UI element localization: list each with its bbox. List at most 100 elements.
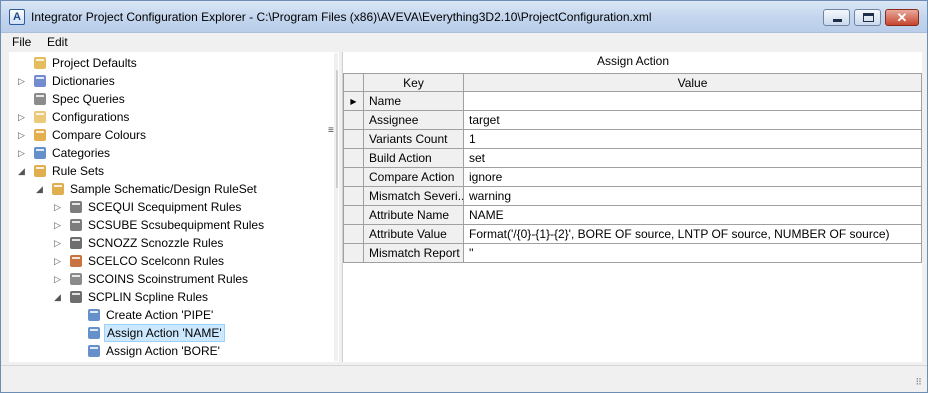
collapse-arrow-icon[interactable]: ◢ xyxy=(18,165,28,177)
maximize-button[interactable] xyxy=(854,9,881,26)
grid-row[interactable]: Attribute Value Format('/{0}-{1}-{2}', BO… xyxy=(343,224,922,244)
grid-corner-header xyxy=(343,73,364,92)
tree-item[interactable]: ▷ SCEQUI Scequipment Rules xyxy=(10,198,328,216)
column-header-value[interactable]: Value xyxy=(463,73,922,92)
tree-item[interactable]: Project Defaults xyxy=(10,54,328,72)
tree-item[interactable]: ▷ Compare Colours xyxy=(10,126,328,144)
grid-row[interactable]: Mismatch Report '' xyxy=(343,243,922,263)
grid-cell-value[interactable] xyxy=(463,91,922,111)
grid-cell-key: Name xyxy=(363,91,464,111)
row-header[interactable] xyxy=(343,148,364,168)
expand-arrow-icon[interactable]: ▷ xyxy=(54,255,64,267)
tree-item[interactable]: Assign Action 'NAME' xyxy=(10,324,328,342)
grid-cell-value[interactable]: ignore xyxy=(463,167,922,187)
column-header-key[interactable]: Key xyxy=(363,73,464,92)
row-header[interactable] xyxy=(343,186,364,206)
app-icon[interactable]: A xyxy=(9,9,25,25)
grid-row[interactable]: Variants Count 1 xyxy=(343,129,922,149)
row-header[interactable] xyxy=(343,243,364,263)
menu-bar: File Edit xyxy=(1,33,927,52)
tree-item[interactable]: Spec Queries xyxy=(10,90,328,108)
tree-item[interactable]: ◢ SCPLIN Scpline Rules xyxy=(10,288,328,306)
menu-edit[interactable]: Edit xyxy=(47,35,68,49)
grid-cell-key: Build Action xyxy=(363,148,464,168)
tree-view[interactable]: Project Defaults ▷ Dictionaries Spec Querie… xyxy=(9,52,339,362)
tree-item-label: Project Defaults xyxy=(52,56,137,70)
tree-item[interactable]: ▷ Categories xyxy=(10,144,328,162)
status-bar: ⠿ xyxy=(1,365,927,392)
collapse-arrow-icon[interactable]: ◢ xyxy=(36,183,46,195)
scroll-thumb[interactable] xyxy=(336,70,338,188)
tree-item-label: Sample Schematic/Design RuleSet xyxy=(70,182,257,196)
grid-row[interactable]: Mismatch Severi... warning xyxy=(343,186,922,206)
equipment-icon xyxy=(68,199,84,215)
expand-arrow-icon[interactable]: ▷ xyxy=(18,129,28,141)
ruleset-icon xyxy=(32,163,48,179)
minimize-button[interactable] xyxy=(823,9,850,26)
grid-cell-value[interactable]: target xyxy=(463,110,922,130)
grid-header-row: Key Value xyxy=(343,73,922,92)
grid-cell-value[interactable]: NAME xyxy=(463,205,922,225)
grid-row[interactable]: Compare Action ignore xyxy=(343,167,922,187)
resize-grip-icon[interactable]: ⠿ xyxy=(915,377,922,388)
current-row-indicator-icon[interactable]: ▶ xyxy=(343,91,364,111)
tree-item[interactable]: ▷ Configurations xyxy=(10,108,328,126)
grid-row[interactable]: Assignee target xyxy=(343,110,922,130)
grid-cell-value[interactable]: warning xyxy=(463,186,922,206)
palette-icon xyxy=(32,127,48,143)
tree-item-label: Assign Action 'BORE' xyxy=(106,344,220,358)
maximize-icon xyxy=(863,13,874,22)
tree-scrollbar[interactable]: ▲ ▼ xyxy=(334,53,338,361)
expand-arrow-icon xyxy=(18,93,28,105)
tree-item-label: SCEQUI Scequipment Rules xyxy=(88,200,242,214)
row-header[interactable] xyxy=(343,224,364,244)
expand-arrow-icon[interactable]: ▷ xyxy=(54,237,64,249)
expand-arrow-icon[interactable]: ▷ xyxy=(18,147,28,159)
expand-arrow-icon[interactable]: ▷ xyxy=(54,219,64,231)
grid-caption: Assign Action xyxy=(596,54,670,68)
pencil-icon xyxy=(32,55,48,71)
tree-item[interactable]: ▷ SCELCO Scelconn Rules xyxy=(10,252,328,270)
close-button[interactable]: ✕ xyxy=(885,9,919,26)
title-bar[interactable]: A Integrator Project Configuration Explo… xyxy=(1,1,927,33)
tree-item[interactable]: Assign Action 'BORE' xyxy=(10,342,328,360)
grid-row[interactable]: Attribute Name NAME xyxy=(343,205,922,225)
tree-item[interactable]: Create Action 'PIPE' xyxy=(10,306,328,324)
row-header[interactable] xyxy=(343,110,364,130)
scroll-up-arrow-icon[interactable]: ▲ xyxy=(334,53,338,70)
spec-icon xyxy=(32,91,48,107)
splitter-grip-icon[interactable]: ≡ xyxy=(328,125,334,136)
grid-cell-value[interactable]: Format('/{0}-{1}-{2}', BORE OF source, L… xyxy=(463,224,922,244)
property-grid: Key Value ▶ Name Assignee target Variants Co… xyxy=(343,73,922,263)
tree-item-label: SCOINS Scoinstrument Rules xyxy=(88,272,249,286)
tree-item-label: SCSUBE Scsubequipment Rules xyxy=(88,218,265,232)
row-header[interactable] xyxy=(343,129,364,149)
grid-cell-key: Mismatch Severi... xyxy=(363,186,464,206)
tree-item[interactable]: ▷ Dictionaries xyxy=(10,72,328,90)
tree-item-label: Rule Sets xyxy=(52,164,105,178)
menu-file[interactable]: File xyxy=(12,35,31,49)
scroll-down-arrow-icon[interactable]: ▼ xyxy=(334,344,338,361)
main-window: A Integrator Project Configuration Explo… xyxy=(0,0,928,393)
collapse-arrow-icon[interactable]: ◢ xyxy=(54,291,64,303)
tree-item[interactable]: ◢ Rule Sets xyxy=(10,162,328,180)
tree-item[interactable]: ◢ Sample Schematic/Design RuleSet xyxy=(10,180,328,198)
grid-cell-value[interactable]: 1 xyxy=(463,129,922,149)
expand-arrow-icon[interactable]: ▷ xyxy=(18,111,28,123)
tree-item[interactable]: ▷ SCNOZZ Scnozzle Rules xyxy=(10,234,328,252)
row-header[interactable] xyxy=(343,205,364,225)
grid-row[interactable]: ▶ Name xyxy=(343,91,922,111)
grid-cell-value[interactable]: '' xyxy=(463,243,922,263)
tree-item[interactable]: ▷ SCOINS Scoinstrument Rules xyxy=(10,270,328,288)
expand-arrow-icon[interactable]: ▷ xyxy=(18,75,28,87)
grid-cell-value[interactable]: set xyxy=(463,148,922,168)
expand-arrow-icon[interactable]: ▷ xyxy=(54,201,64,213)
expand-arrow-icon[interactable]: ▷ xyxy=(54,273,64,285)
row-header[interactable] xyxy=(343,167,364,187)
tree-item-label: Assign Action 'NAME' xyxy=(104,324,225,342)
grid-row[interactable]: Build Action set xyxy=(343,148,922,168)
close-icon: ✕ xyxy=(896,10,908,25)
tree-item[interactable]: ▷ SCSUBE Scsubequipment Rules xyxy=(10,216,328,234)
grid-cell-key: Variants Count xyxy=(363,129,464,149)
tree-item-label: SCNOZZ Scnozzle Rules xyxy=(88,236,224,250)
